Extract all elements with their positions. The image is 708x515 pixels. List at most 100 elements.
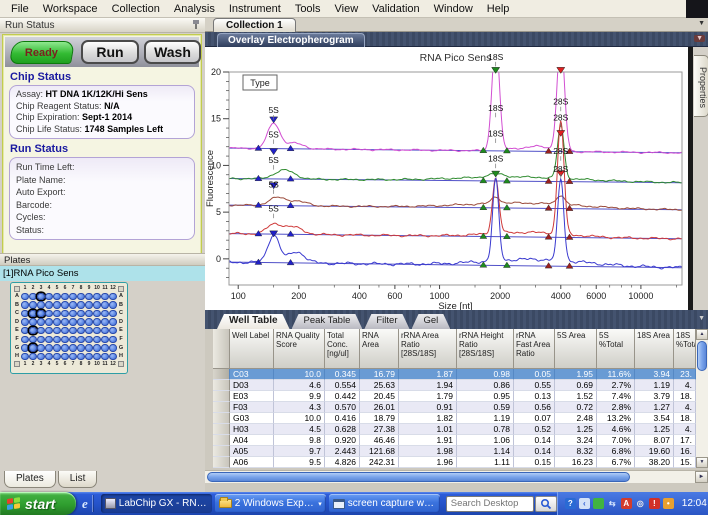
well-B1[interactable] bbox=[21, 301, 28, 308]
well-D8[interactable] bbox=[77, 318, 84, 325]
plate-corner-icon[interactable] bbox=[118, 361, 124, 367]
menu-view[interactable]: View bbox=[328, 1, 366, 17]
chevron-down-icon[interactable]: ▼ bbox=[698, 20, 705, 27]
well-C2[interactable] bbox=[29, 310, 36, 317]
column-header[interactable]: 5S Area bbox=[555, 329, 597, 369]
well-A1[interactable] bbox=[21, 293, 28, 300]
well-G9[interactable] bbox=[85, 344, 92, 351]
column-header[interactable]: Well Label bbox=[230, 329, 274, 369]
well-H3[interactable] bbox=[37, 353, 44, 360]
well-F12[interactable] bbox=[109, 336, 116, 343]
well-F6[interactable] bbox=[61, 336, 68, 343]
tab-properties[interactable]: Properties bbox=[694, 55, 708, 117]
well-E3[interactable] bbox=[37, 327, 44, 334]
tab-well-table[interactable]: Well Table bbox=[217, 314, 290, 329]
start-button[interactable]: start bbox=[0, 492, 76, 515]
table-row[interactable]: F034.30.57026.010.910.590.560.722.8%1.27… bbox=[213, 402, 696, 413]
well-C1[interactable] bbox=[21, 310, 28, 317]
well-A8[interactable] bbox=[77, 293, 84, 300]
horizontal-scrollbar[interactable]: ► bbox=[205, 470, 708, 483]
well-C7[interactable] bbox=[69, 310, 76, 317]
chevron-down-icon[interactable]: ▼ bbox=[698, 315, 705, 322]
well-E11[interactable] bbox=[101, 327, 108, 334]
scroll-right-icon[interactable]: ► bbox=[695, 471, 708, 483]
well-A6[interactable] bbox=[61, 293, 68, 300]
table-row[interactable]: G0310.00.41618.791.821.190.072.4813.2%3.… bbox=[213, 413, 696, 424]
plate-corner-icon[interactable] bbox=[118, 286, 124, 292]
well-E9[interactable] bbox=[85, 327, 92, 334]
well-F11[interactable] bbox=[101, 336, 108, 343]
menu-help[interactable]: Help bbox=[480, 1, 517, 17]
well-H1[interactable] bbox=[21, 353, 28, 360]
tab-plates[interactable]: Plates bbox=[4, 471, 56, 488]
well-D2[interactable] bbox=[29, 318, 36, 325]
well-D1[interactable] bbox=[21, 318, 28, 325]
well-B5[interactable] bbox=[53, 301, 60, 308]
well-C12[interactable] bbox=[109, 310, 116, 317]
menu-file[interactable]: File bbox=[4, 1, 36, 17]
well-F2[interactable] bbox=[29, 336, 36, 343]
menu-collection[interactable]: Collection bbox=[105, 1, 167, 17]
well-A12[interactable] bbox=[109, 293, 116, 300]
well-H12[interactable] bbox=[109, 353, 116, 360]
well-F3[interactable] bbox=[37, 336, 44, 343]
well-H2[interactable] bbox=[29, 353, 36, 360]
well-A9[interactable] bbox=[85, 293, 92, 300]
well-G1[interactable] bbox=[21, 344, 28, 351]
search-button[interactable] bbox=[535, 496, 557, 512]
column-header[interactable]: rRNA Area Ratio [28S/18S] bbox=[399, 329, 457, 369]
help-icon[interactable]: ? bbox=[565, 498, 576, 509]
well-B8[interactable] bbox=[77, 301, 84, 308]
well-H11[interactable] bbox=[101, 353, 108, 360]
well-C10[interactable] bbox=[93, 310, 100, 317]
well-A5[interactable] bbox=[53, 293, 60, 300]
menu-workspace[interactable]: Workspace bbox=[36, 1, 105, 17]
well-E4[interactable] bbox=[45, 327, 52, 334]
wash-button[interactable]: Wash bbox=[144, 40, 201, 64]
well-F4[interactable] bbox=[45, 336, 52, 343]
column-header[interactable]: RNA Area bbox=[360, 329, 399, 369]
plate-corner-icon[interactable] bbox=[14, 286, 20, 292]
tab-collection-1[interactable]: Collection 1 bbox=[213, 18, 296, 32]
table-row[interactable]: E039.90.44220.451.790.950.131.527.4%3.79… bbox=[213, 391, 696, 402]
well-G11[interactable] bbox=[101, 344, 108, 351]
well-G8[interactable] bbox=[77, 344, 84, 351]
well-G10[interactable] bbox=[93, 344, 100, 351]
column-header[interactable]: 5S %Total bbox=[597, 329, 635, 369]
well-A3[interactable] bbox=[37, 293, 44, 300]
well-H9[interactable] bbox=[85, 353, 92, 360]
tab-gel[interactable]: Gel bbox=[412, 314, 451, 329]
chevron-down-icon[interactable]: ▼ bbox=[694, 35, 705, 42]
well-A4[interactable] bbox=[45, 293, 52, 300]
well-F9[interactable] bbox=[85, 336, 92, 343]
tab-filter[interactable]: Filter bbox=[364, 314, 409, 329]
tab-list[interactable]: List bbox=[58, 471, 98, 488]
internet-explorer-icon[interactable]: e bbox=[82, 496, 88, 512]
well-F7[interactable] bbox=[69, 336, 76, 343]
well-G5[interactable] bbox=[53, 344, 60, 351]
vertical-scrollbar[interactable]: ▲ ▼ bbox=[696, 329, 708, 468]
collapse-tray-icon[interactable]: ‹ bbox=[579, 498, 590, 509]
well-F1[interactable] bbox=[21, 336, 28, 343]
well-E5[interactable] bbox=[53, 327, 60, 334]
well-A7[interactable] bbox=[69, 293, 76, 300]
well-C8[interactable] bbox=[77, 310, 84, 317]
well-C4[interactable] bbox=[45, 310, 52, 317]
column-header[interactable]: rRNA Height Ratio [28S/18S] bbox=[457, 329, 514, 369]
well-E10[interactable] bbox=[93, 327, 100, 334]
well-C6[interactable] bbox=[61, 310, 68, 317]
well-F5[interactable] bbox=[53, 336, 60, 343]
shield-icon[interactable]: ! bbox=[649, 498, 660, 509]
well-E1[interactable] bbox=[21, 327, 28, 334]
taskbar-window-button[interactable]: screen capture windo... bbox=[329, 494, 440, 513]
lock-icon[interactable]: • bbox=[663, 498, 674, 509]
column-header[interactable]: 18S %Tota bbox=[674, 329, 696, 369]
table-row[interactable]: A069.54.826242.311.961.110.1516.236.7%38… bbox=[213, 457, 696, 468]
scroll-down-icon[interactable]: ▼ bbox=[696, 457, 708, 468]
column-header[interactable]: RNA Quality Score bbox=[274, 329, 325, 369]
menu-instrument[interactable]: Instrument bbox=[222, 1, 288, 17]
well-E2[interactable] bbox=[29, 327, 36, 334]
sync-arrows-icon[interactable]: ⇆ bbox=[607, 498, 618, 509]
well-D11[interactable] bbox=[101, 318, 108, 325]
well-G6[interactable] bbox=[61, 344, 68, 351]
